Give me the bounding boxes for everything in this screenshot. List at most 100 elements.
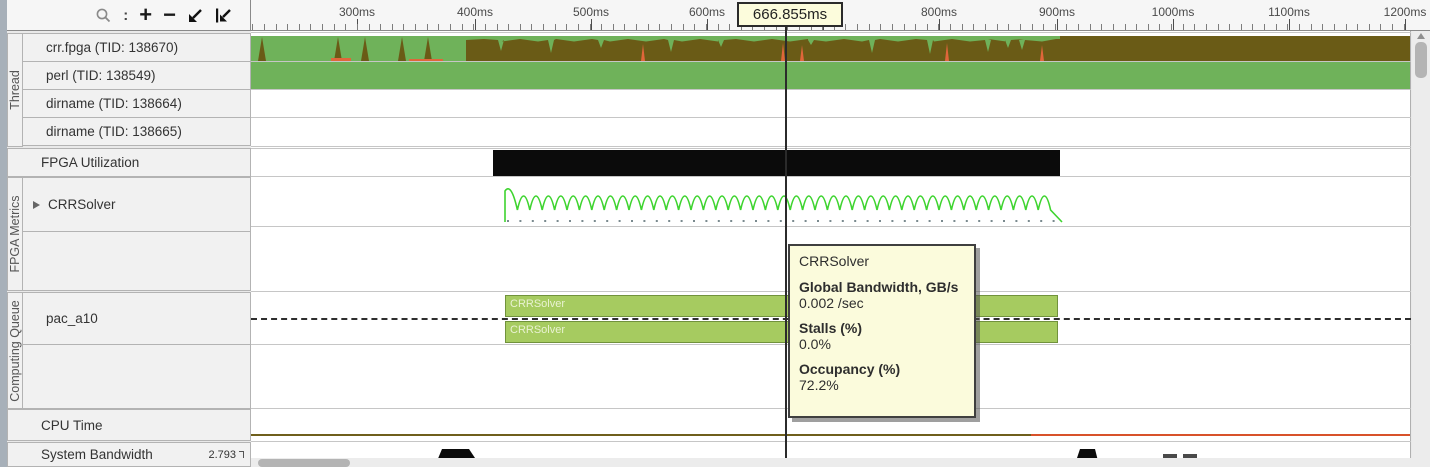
ruler-major-tick bbox=[1057, 19, 1058, 30]
ruler-minor-tick bbox=[705, 24, 707, 30]
ruler-minor-tick bbox=[403, 24, 405, 30]
ruler-minor-tick bbox=[1124, 24, 1126, 30]
zoom-in-button[interactable]: + bbox=[139, 4, 152, 26]
row-label-dirname-1[interactable]: dirname (TID: 138664) bbox=[22, 89, 251, 118]
vertical-scrollbar-thumb[interactable] bbox=[1415, 42, 1427, 78]
ruler-minor-tick bbox=[1345, 24, 1347, 30]
ruler-major-tick bbox=[707, 19, 708, 30]
ruler-minor-tick bbox=[1066, 24, 1068, 30]
row-label-cpu-time[interactable]: CPU Time bbox=[7, 409, 251, 441]
row-label-text: FPGA Utilization bbox=[41, 155, 140, 170]
ruler-minor-tick bbox=[845, 24, 847, 30]
ruler-minor-tick bbox=[1101, 24, 1103, 30]
ruler-minor-tick bbox=[670, 24, 672, 30]
scroll-up-arrow-icon[interactable] bbox=[1417, 33, 1425, 39]
ruler-minor-tick bbox=[1287, 24, 1289, 30]
ruler-minor-tick bbox=[577, 24, 579, 30]
ruler-tick-label: 1200ms bbox=[1383, 5, 1427, 19]
row-separator-line bbox=[251, 117, 1411, 118]
row-label-crr-fpga[interactable]: crr.fpga (TID: 138670) bbox=[22, 33, 251, 62]
row-separator-line bbox=[251, 61, 1411, 62]
ruler-minor-tick bbox=[252, 24, 254, 30]
horizontal-scrollbar-track[interactable] bbox=[251, 458, 1430, 467]
fpga-utilization-bar[interactable] bbox=[493, 150, 1060, 176]
ruler-tick-label: 1100ms bbox=[1268, 5, 1310, 19]
ruler-minor-tick bbox=[1403, 24, 1405, 30]
ruler-minor-tick bbox=[612, 24, 614, 30]
ruler-tick-label: 900ms bbox=[1038, 5, 1076, 19]
ruler-tick-label: 400ms bbox=[456, 5, 494, 19]
row-label-text: CRRSolver bbox=[48, 197, 116, 212]
window-edge bbox=[0, 0, 7, 467]
timeline-marker-readout[interactable]: 666.855ms bbox=[737, 2, 843, 27]
row-separator-line bbox=[251, 441, 1411, 442]
row-label-text: CPU Time bbox=[41, 417, 103, 433]
row-label-dirname-2[interactable]: dirname (TID: 138665) bbox=[22, 117, 251, 146]
axis-tick-mark bbox=[239, 451, 244, 458]
timeline-toolbar: : + − bbox=[7, 0, 251, 31]
ruler-minor-tick bbox=[415, 24, 417, 30]
cpu-time-line bbox=[251, 434, 1031, 436]
ruler-minor-tick bbox=[1136, 24, 1138, 30]
ruler-minor-tick bbox=[926, 24, 928, 30]
timeline-marker-line[interactable] bbox=[785, 27, 787, 458]
ruler-tick-label: 1000ms bbox=[1151, 5, 1195, 19]
tooltip-title: CRRSolver bbox=[799, 253, 870, 269]
expand-triangle-icon[interactable] bbox=[33, 200, 40, 209]
ruler-minor-tick bbox=[438, 24, 440, 30]
row-label-fpga-metrics-empty bbox=[22, 231, 251, 291]
ruler-minor-tick bbox=[1380, 24, 1382, 30]
thread-activity-bar-perl[interactable] bbox=[251, 62, 1410, 89]
ruler-minor-tick bbox=[531, 24, 533, 30]
row-label-text: crr.fpga (TID: 138670) bbox=[46, 40, 179, 55]
group-fpga-metrics: FPGA Metrics bbox=[7, 177, 23, 291]
row-label-perl[interactable]: perl (TID: 138549) bbox=[22, 61, 251, 90]
undo-zoom-arrow-icon[interactable] bbox=[187, 7, 204, 24]
ruler-minor-tick bbox=[356, 24, 358, 30]
ruler-minor-tick bbox=[333, 24, 335, 30]
row-label-pac-a10[interactable]: pac_a10 bbox=[22, 292, 251, 345]
ruler-tick-label: 300ms bbox=[338, 5, 376, 19]
ruler-minor-tick bbox=[624, 24, 626, 30]
tooltip-metric-name: Stalls (%) bbox=[799, 320, 863, 336]
row-label-fpga-utilization[interactable]: FPGA Utilization bbox=[7, 148, 251, 177]
ruler-minor-tick bbox=[450, 24, 451, 30]
row-separator-line bbox=[251, 146, 1411, 147]
row-label-text: dirname (TID: 138664) bbox=[46, 96, 182, 111]
ruler-minor-tick bbox=[1392, 24, 1394, 30]
ruler-minor-tick bbox=[1171, 24, 1173, 30]
ruler-minor-tick bbox=[973, 24, 975, 30]
magnifier-icon bbox=[96, 8, 111, 22]
ruler-minor-tick bbox=[484, 24, 486, 30]
ruler-minor-tick bbox=[1368, 24, 1370, 30]
ruler-minor-tick bbox=[1147, 24, 1149, 30]
ruler-minor-tick bbox=[1322, 24, 1324, 30]
ruler-major-tick bbox=[1173, 19, 1174, 30]
horizontal-scrollbar-thumb[interactable] bbox=[258, 459, 350, 467]
row-separator-line bbox=[251, 89, 1411, 90]
ruler-minor-tick bbox=[298, 24, 300, 30]
zoom-out-button[interactable]: − bbox=[163, 4, 176, 26]
ruler-minor-tick bbox=[729, 24, 731, 30]
ruler-major-tick bbox=[1405, 19, 1406, 30]
row-label-text: pac_a10 bbox=[46, 311, 98, 326]
row-label-system-bandwidth[interactable]: System Bandwidth 2.793 bbox=[7, 442, 251, 467]
ruler-minor-tick bbox=[891, 24, 893, 30]
ruler-minor-tick bbox=[682, 24, 684, 30]
ruler-minor-tick bbox=[961, 24, 963, 30]
crrsolver-metric-waveform[interactable] bbox=[251, 177, 1410, 227]
ruler-minor-tick bbox=[938, 24, 940, 30]
row-label-crrsolver[interactable]: CRRSolver bbox=[22, 177, 251, 232]
ruler-major-tick bbox=[475, 19, 476, 30]
thread-activity-chart-crr-fpga[interactable] bbox=[251, 33, 1410, 61]
ruler-minor-tick bbox=[345, 24, 347, 30]
zoom-to-fit-arrow-icon[interactable] bbox=[215, 7, 232, 24]
ruler-minor-tick bbox=[322, 24, 324, 30]
ruler-tick-label: 800ms bbox=[920, 5, 958, 19]
ruler-minor-tick bbox=[1089, 24, 1091, 30]
ruler-minor-tick bbox=[601, 24, 603, 30]
ruler-tick-label: 600ms bbox=[688, 5, 726, 19]
ruler-minor-tick bbox=[1054, 24, 1056, 30]
row-label-text: dirname (TID: 138665) bbox=[46, 124, 182, 139]
vertical-scrollbar-track[interactable] bbox=[1412, 31, 1430, 458]
